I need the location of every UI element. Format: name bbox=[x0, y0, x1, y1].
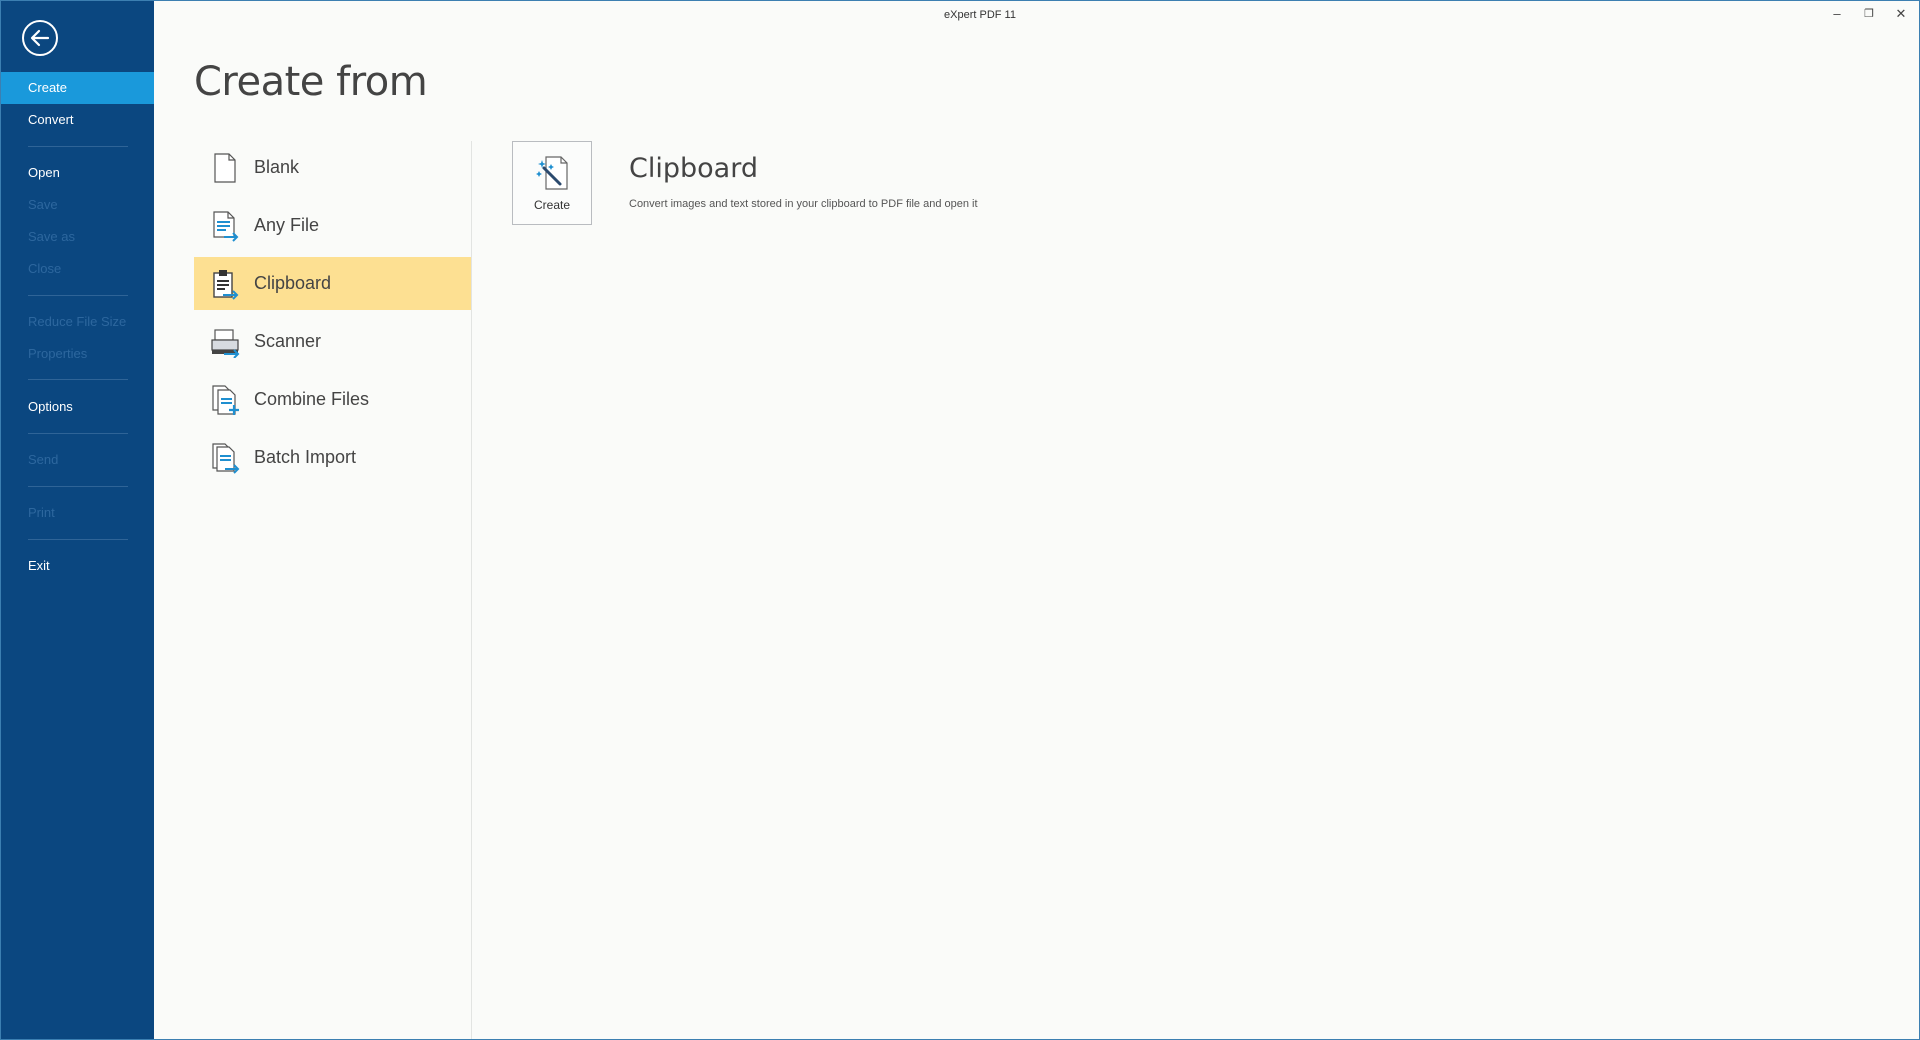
clipboard-icon bbox=[213, 270, 239, 300]
detail-description: Convert images and text stored in your c… bbox=[629, 198, 978, 210]
sidebar-item-properties: Properties bbox=[28, 346, 88, 361]
blank-page-icon bbox=[214, 153, 236, 183]
window-title: eXpert PDF 11 bbox=[944, 9, 1016, 21]
create-button-label: Create bbox=[533, 198, 571, 212]
sidebar-item-save-as: Save as bbox=[28, 229, 75, 244]
any-file-icon bbox=[213, 211, 239, 242]
sidebar-item-reduce-file-size: Reduce File Size bbox=[28, 314, 127, 329]
source-label: Clipboard bbox=[254, 273, 332, 293]
sidebar-divider bbox=[28, 486, 128, 487]
restore-icon[interactable]: ❐ bbox=[1855, 3, 1883, 25]
sidebar-divider bbox=[28, 433, 128, 434]
sidebar-item-print: Print bbox=[28, 505, 55, 520]
app-window: Create Convert Open Save Save as Close R… bbox=[0, 0, 1920, 1040]
sidebar-divider bbox=[28, 539, 128, 540]
batch-import-icon bbox=[212, 443, 240, 474]
detail-title: Clipboard bbox=[629, 153, 758, 184]
source-label: Scanner bbox=[254, 331, 322, 351]
source-item-any-file[interactable]: Any File bbox=[194, 199, 471, 252]
source-label: Any File bbox=[254, 215, 320, 235]
create-button[interactable]: Create bbox=[512, 141, 592, 225]
source-item-blank[interactable]: Blank bbox=[194, 141, 471, 194]
back-arrow-icon[interactable] bbox=[21, 19, 59, 57]
sidebar-item-close: Close bbox=[28, 261, 62, 276]
scanner-icon bbox=[211, 329, 240, 358]
combine-files-icon bbox=[212, 385, 239, 415]
create-source-list: Blank Any File Clipboard Scanner Combine… bbox=[194, 141, 471, 489]
source-item-batch-import[interactable]: Batch Import bbox=[194, 431, 471, 484]
source-label: Blank bbox=[254, 157, 300, 177]
sidebar-item-send: Send bbox=[28, 452, 59, 467]
sidebar-item-open[interactable]: Open bbox=[1, 157, 154, 189]
sidebar-divider bbox=[28, 295, 128, 296]
magic-wand-page-icon bbox=[536, 156, 568, 190]
panel-divider bbox=[471, 141, 472, 1039]
sidebar-item-save: Save bbox=[28, 197, 58, 212]
source-item-scanner[interactable]: Scanner bbox=[194, 315, 471, 368]
page-title: Create from bbox=[194, 59, 428, 105]
source-item-combine-files[interactable]: Combine Files bbox=[194, 373, 471, 426]
sidebar-divider bbox=[28, 379, 128, 380]
sidebar-item-convert[interactable]: Convert bbox=[1, 104, 154, 136]
sidebar-divider bbox=[28, 146, 128, 147]
source-item-clipboard[interactable]: Clipboard bbox=[194, 257, 471, 310]
sidebar-item-create[interactable]: Create bbox=[1, 72, 154, 104]
sidebar-item-options[interactable]: Options bbox=[1, 391, 154, 423]
source-label: Combine Files bbox=[254, 389, 370, 409]
close-icon[interactable]: ✕ bbox=[1887, 3, 1915, 25]
minimize-icon[interactable]: – bbox=[1823, 3, 1851, 25]
backstage-sidebar: Create Convert Open Save Save as Close R… bbox=[1, 1, 154, 1039]
sidebar-item-exit[interactable]: Exit bbox=[1, 550, 154, 582]
source-label: Batch Import bbox=[254, 447, 357, 467]
